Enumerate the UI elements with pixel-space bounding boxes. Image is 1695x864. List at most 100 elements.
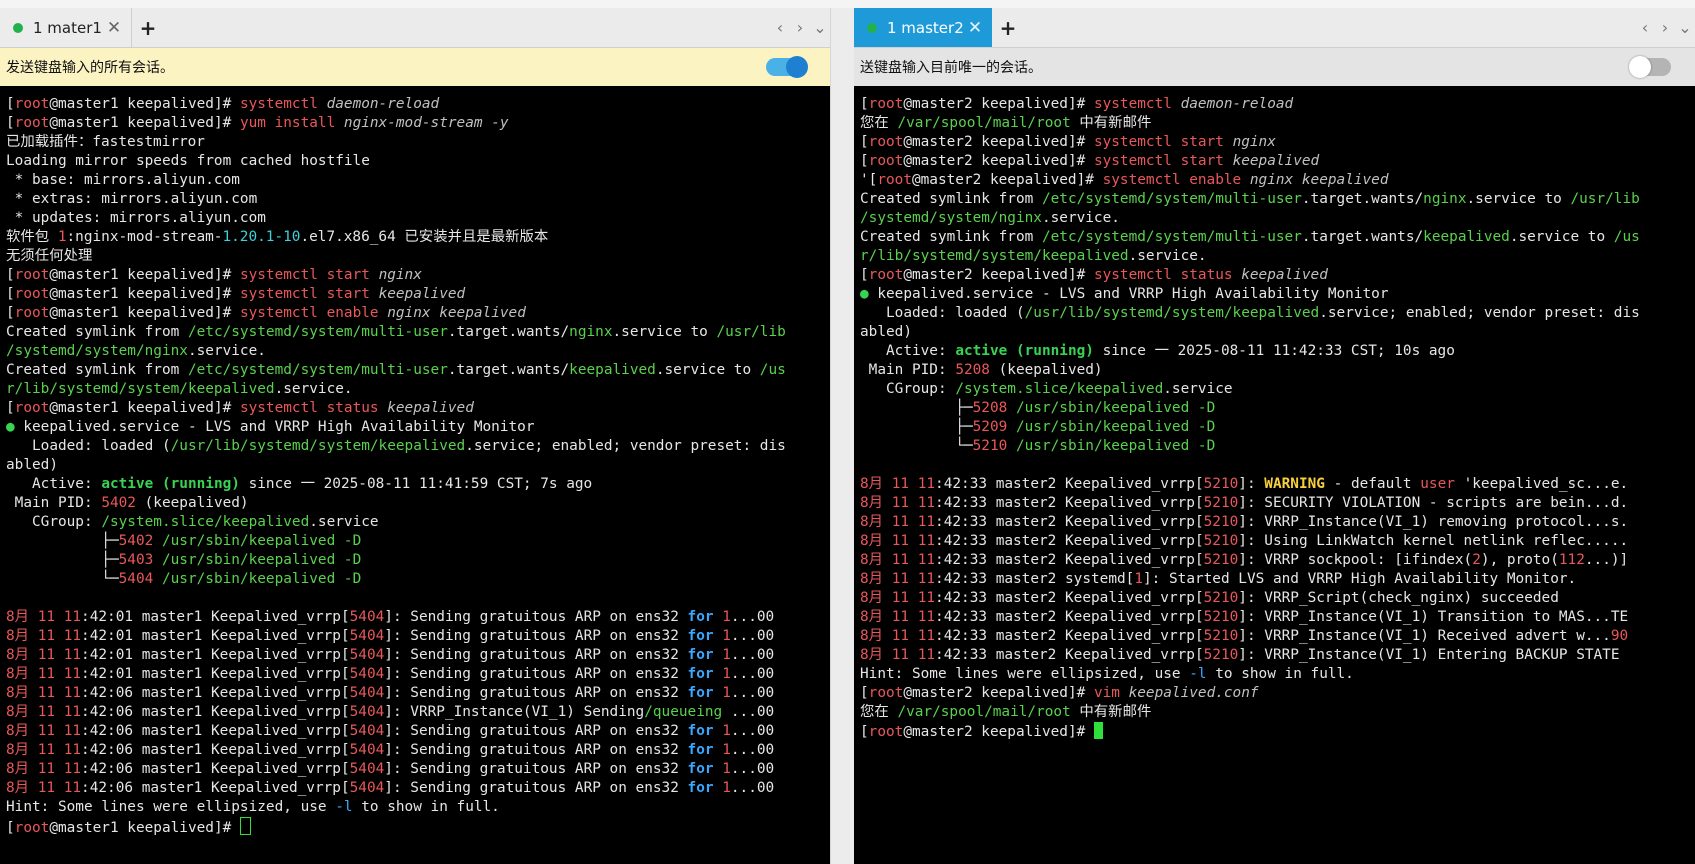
terminal-text: 11 11 <box>891 495 936 511</box>
terminal-text: :42:33 master2 Keepalived_vrrp[ <box>935 533 1204 549</box>
terminal-text: 11 11 <box>891 590 936 606</box>
terminal-line: ├─5403 /usr/sbin/keepalived -D <box>6 551 830 570</box>
terminal-text: [ <box>6 305 15 321</box>
terminal-output[interactable]: [root@master2 keepalived]# systemctl dae… <box>854 86 1695 864</box>
pane-splitter[interactable] <box>830 8 855 864</box>
terminal-line: Created symlink from /etc/systemd/system… <box>6 361 830 380</box>
terminal-text: WARNING <box>1264 476 1325 492</box>
terminal-text: /system.slice/ <box>955 381 1077 397</box>
terminal-line: └─5404 /usr/sbin/keepalived -D <box>6 570 830 589</box>
terminal-line: * extras: mirrors.aliyun.com <box>6 190 830 209</box>
terminal-line: Created symlink from /etc/systemd/system… <box>860 190 1695 209</box>
terminal-text: ]: Sending gratuitous ARP on ens32 <box>384 647 688 663</box>
terminal-text: 5210 <box>1203 533 1239 549</box>
terminal-text: root <box>14 115 50 131</box>
tab-master2[interactable]: 1 master2 ✕ <box>854 8 992 47</box>
chevron-down-icon[interactable]: ⌄ <box>810 18 830 37</box>
terminal-text: 11 11 <box>891 552 936 568</box>
terminal-text: :42:06 master1 Keepalived_vrrp[ <box>81 723 350 739</box>
chevron-right-icon[interactable]: › <box>1655 18 1675 37</box>
terminal-text: [ <box>6 286 15 302</box>
tab-master1[interactable]: 1 mater1 ✕ <box>0 8 132 47</box>
broadcast-toggle[interactable] <box>1629 56 1671 78</box>
tab-label: 1 mater1 <box>33 18 102 37</box>
terminal-text: [ <box>6 820 15 836</box>
terminal-text: daemon-reload <box>326 96 440 112</box>
close-tab-icon[interactable]: ✕ <box>964 18 986 38</box>
terminal-line: 8月 11 11:42:06 master1 Keepalived_vrrp[5… <box>6 779 830 798</box>
terminal-output[interactable]: [root@master1 keepalived]# systemctl dae… <box>0 86 830 864</box>
terminal-text: /etc/systemd/system/multi-user <box>1041 191 1302 207</box>
terminal-line: 8月 11 11:42:01 master1 Keepalived_vrrp[5… <box>6 608 830 627</box>
terminal-line: [root@master1 keepalived]# systemctl sta… <box>6 266 830 285</box>
terminal-text: /systemd/system/nginx <box>860 210 1042 226</box>
terminal-text: ), proto( <box>1480 552 1559 568</box>
chevron-left-icon[interactable]: ‹ <box>1635 18 1655 37</box>
terminal-line: CGroup: /system.slice/keepalived.service <box>6 513 830 532</box>
terminal-text: keepalived <box>1076 381 1164 397</box>
terminal-text: yum install <box>239 115 344 131</box>
terminal-text: Created symlink from <box>6 324 188 340</box>
chevron-down-icon[interactable]: ⌄ <box>1675 18 1695 37</box>
terminal-line: r/lib/systemd/system/keepalived.service. <box>860 247 1695 266</box>
terminal-text: (keepalived) <box>135 495 249 511</box>
terminal-text: /usr/lib/systemd/system/keepalived <box>1024 305 1320 321</box>
terminal-text: :42:33 master2 Keepalived_vrrp[ <box>935 514 1204 530</box>
terminal-line: Loading mirror speeds from cached hostfi… <box>6 152 830 171</box>
terminal-text: ...)] <box>1584 552 1629 568</box>
terminal-text: 5404 <box>118 571 162 587</box>
close-tab-icon[interactable]: ✕ <box>103 18 125 38</box>
terminal-text: @master1 keepalived]# <box>49 286 240 302</box>
terminal-text: ├─ <box>860 400 973 416</box>
terminal-line: ● keepalived.service - LVS and VRRP High… <box>6 418 830 437</box>
terminal-text: :42:33 master2 systemd[ <box>935 571 1135 587</box>
terminal-text: Loaded: loaded ( <box>6 438 171 454</box>
terminal-text: /usr/lib <box>716 324 786 340</box>
terminal-text: Loaded: loaded ( <box>860 305 1025 321</box>
terminal-text: 1 <box>722 723 731 739</box>
terminal-text: 5404 <box>349 609 385 625</box>
terminal-text: vim <box>1093 685 1129 701</box>
terminal-text: 11 11 <box>891 476 936 492</box>
terminal-text: 1 <box>722 780 731 796</box>
terminal-line: 您在 /var/spool/mail/root 中有新邮件 <box>860 114 1695 133</box>
terminal-text: for <box>687 780 714 796</box>
broadcast-toggle[interactable] <box>766 56 808 78</box>
terminal-text: /usr/sbin/keepalived -D <box>161 571 362 587</box>
terminal-line: Hint: Some lines were ellipsized, use -l… <box>860 665 1695 684</box>
terminal-text: ...00 <box>730 647 775 663</box>
terminal-text: 8月 <box>6 647 38 663</box>
terminal-line: Loaded: loaded (/usr/lib/systemd/system/… <box>860 304 1695 323</box>
terminal-text: for <box>687 647 714 663</box>
terminal-line: 软件包 1:nginx-mod-stream-1.20.1-10.el7.x86… <box>6 228 830 247</box>
terminal-text: Loading mirror speeds from cached hostfi… <box>6 153 370 169</box>
terminal-text: 5404 <box>349 723 385 739</box>
terminal-text: keepalived.service - LVS and VRRP High A… <box>877 286 1389 302</box>
terminal-text: Created symlink from <box>860 191 1042 207</box>
terminal-line: CGroup: /system.slice/keepalived.service <box>860 380 1695 399</box>
terminal-text: 软件包 <box>6 229 58 245</box>
terminal-text: 8月 <box>6 742 38 758</box>
terminal-text: @master2 keepalived]# <box>903 134 1094 150</box>
add-tab-icon[interactable]: + <box>994 8 1022 47</box>
chevron-right-icon[interactable]: › <box>790 18 810 37</box>
terminal-line: [root@master2 keepalived]# systemctl sta… <box>860 133 1695 152</box>
terminal-text: 5404 <box>349 647 385 663</box>
terminal-text: 5210 <box>1203 514 1239 530</box>
scrollbar-track[interactable] <box>830 8 855 864</box>
terminal-text: .service. <box>274 381 353 397</box>
terminal-text: /etc/systemd/system/multi-user <box>187 362 448 378</box>
terminal-text: ]: Sending gratuitous ARP on ens32 <box>384 685 688 701</box>
terminal-line: [root@master2 keepalived]# <box>860 722 1695 741</box>
chevron-left-icon[interactable]: ‹ <box>770 18 790 37</box>
terminal-text: r/lib/systemd/system/keepalived <box>860 248 1129 264</box>
terminal-text: Hint: Some lines were ellipsized, use <box>860 666 1190 682</box>
terminal-text: systemctl start <box>1093 134 1233 150</box>
terminal-text: - default <box>1324 476 1421 492</box>
add-tab-icon[interactable]: + <box>134 8 162 47</box>
terminal-text: .target.wants/ <box>1301 229 1424 245</box>
terminal-text: root <box>868 96 904 112</box>
terminal-text: 1 <box>722 628 731 644</box>
